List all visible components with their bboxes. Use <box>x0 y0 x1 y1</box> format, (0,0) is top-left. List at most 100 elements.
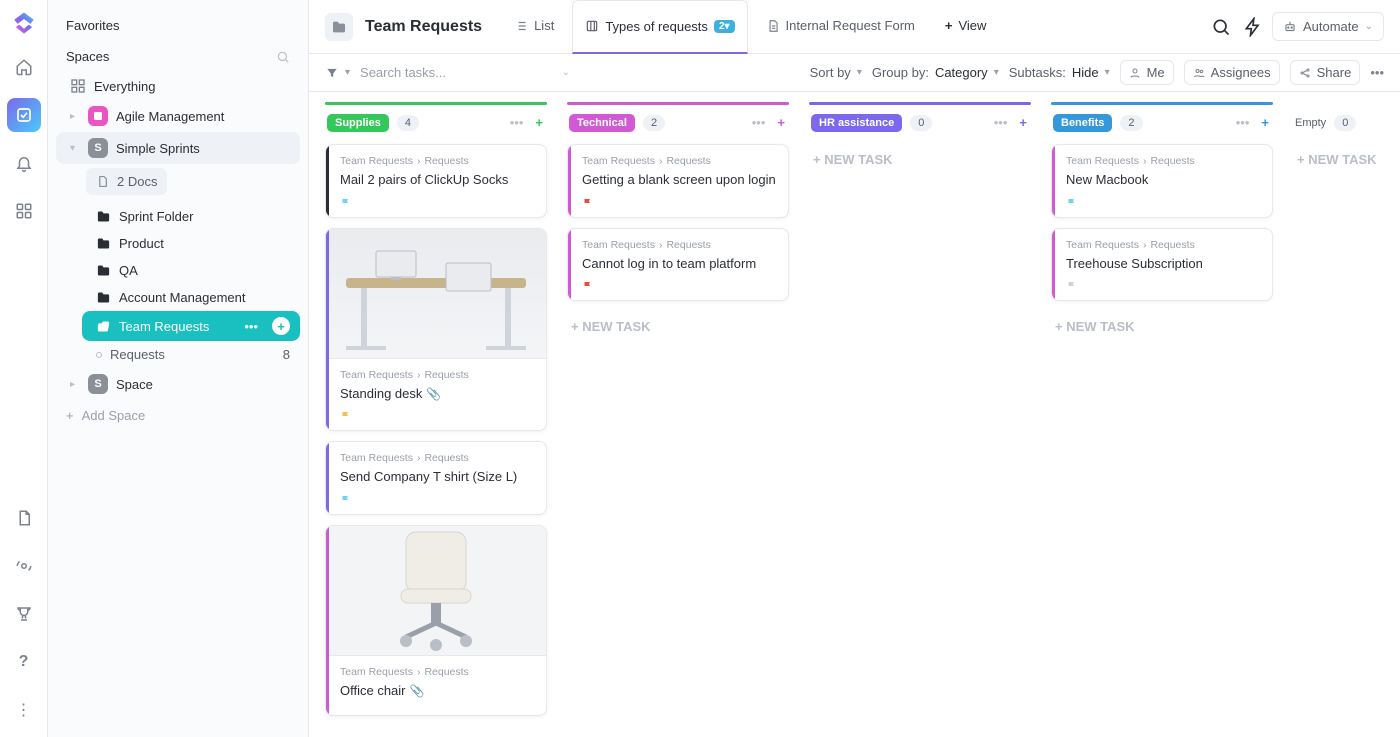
column-add-icon[interactable]: + <box>533 113 545 132</box>
tab-form[interactable]: Internal Request Form <box>754 0 927 54</box>
more-icon[interactable]: ••• <box>1370 65 1384 80</box>
card-title: Office chair📎 <box>340 682 534 700</box>
card-breadcrumb: Team Requests›Requests <box>340 666 534 678</box>
column-add-icon[interactable]: + <box>1017 113 1029 132</box>
plus-icon[interactable]: + <box>272 317 290 335</box>
doc-icon[interactable] <box>7 501 41 535</box>
folder-label: Account Management <box>119 290 245 305</box>
robot-icon <box>1283 20 1297 34</box>
favorites-header[interactable]: Favorites <box>56 10 300 41</box>
priority-flag-icon[interactable] <box>1066 280 1260 292</box>
spaces-header[interactable]: Spaces <box>56 41 300 72</box>
search-tasks[interactable]: Search tasks... ⌄ <box>360 65 570 80</box>
list-count: 8 <box>283 347 290 362</box>
new-task-button[interactable]: + NEW TASK <box>1051 311 1273 342</box>
new-task-button[interactable]: + NEW TASK <box>1293 144 1400 175</box>
apps-icon[interactable] <box>7 194 41 228</box>
priority-flag-icon[interactable] <box>582 197 776 209</box>
card-thumbnail <box>326 229 546 359</box>
space-tree: Everything ▸ Agile Management ▾ S Simple… <box>56 72 300 431</box>
chevron-down-icon: ⌄ <box>562 67 570 78</box>
space-simple[interactable]: ▾ S Simple Sprints <box>56 132 300 164</box>
space-space[interactable]: ▸ S Space <box>56 368 300 400</box>
notifications-icon[interactable] <box>7 146 41 180</box>
search-icon[interactable] <box>1208 14 1234 40</box>
search-icon[interactable] <box>276 50 290 64</box>
everything-icon <box>70 78 86 94</box>
space-simple-label: Simple Sprints <box>116 141 200 156</box>
subtasks[interactable]: Subtasks: Hide ▾ <box>1009 65 1110 80</box>
card-edge <box>568 145 571 217</box>
add-space-label: Add Space <box>82 408 146 423</box>
column-more-icon[interactable]: ••• <box>992 113 1010 132</box>
column-header: Empty0+ <box>1293 113 1400 132</box>
trophy-icon[interactable] <box>7 597 41 631</box>
priority-flag-icon[interactable] <box>1066 197 1260 209</box>
folder-label: Product <box>119 236 164 251</box>
column-more-icon[interactable]: ••• <box>1234 113 1252 132</box>
sort-by[interactable]: Sort by▾ <box>810 65 862 80</box>
filter-button[interactable]: ▾ <box>325 66 350 80</box>
more-icon[interactable]: ••• <box>244 319 258 334</box>
column-header: Technical2•••+ <box>567 113 789 132</box>
help-icon[interactable]: ? <box>7 645 41 679</box>
new-task-button[interactable]: + NEW TASK <box>809 144 1031 175</box>
task-card[interactable]: Team Requests›RequestsMail 2 pairs of Cl… <box>325 144 547 218</box>
tab-add-view[interactable]: + View <box>933 0 999 54</box>
task-card[interactable]: Team Requests›RequestsStanding desk📎 <box>325 228 547 432</box>
group-by[interactable]: Group by: Category ▾ <box>872 65 999 80</box>
list-requests[interactable]: Requests 8 <box>56 341 300 368</box>
folder-account[interactable]: Account Management <box>82 284 300 311</box>
column-count: 0 <box>1334 115 1356 131</box>
priority-flag-icon[interactable] <box>340 197 534 209</box>
column-more-icon[interactable]: ••• <box>508 113 526 132</box>
card-edge <box>326 526 329 716</box>
task-card[interactable]: Team Requests›RequestsNew Macbook <box>1051 144 1273 218</box>
chevron-right-icon: › <box>659 239 663 251</box>
priority-flag-icon[interactable] <box>340 410 534 422</box>
folder-product[interactable]: Product <box>82 230 300 257</box>
me-filter[interactable]: Me <box>1120 60 1174 85</box>
nav-rail: ? ⋮ <box>0 0 48 737</box>
subtasks-value: Hide <box>1072 65 1099 80</box>
new-task-button[interactable]: + NEW TASK <box>567 311 789 342</box>
share-button[interactable]: Share <box>1290 60 1361 85</box>
folder-team-requests[interactable]: Team Requests ••• + <box>82 311 300 341</box>
task-card[interactable]: Team Requests›RequestsTreehouse Subscrip… <box>1051 228 1273 302</box>
card-edge <box>326 229 329 431</box>
add-space-button[interactable]: + Add Space <box>56 400 300 431</box>
task-card[interactable]: Team Requests›Requests Office chair📎 <box>325 525 547 717</box>
more-icon[interactable]: ⋮ <box>7 693 41 727</box>
pulse-icon[interactable] <box>7 549 41 583</box>
column-label: Supplies <box>327 114 389 132</box>
priority-flag-icon[interactable] <box>582 280 776 292</box>
view-toolbar: ▾ Search tasks... ⌄ Sort by▾ Group by: C… <box>309 54 1400 92</box>
space-agile[interactable]: ▸ Agile Management <box>56 100 300 132</box>
task-card[interactable]: Team Requests›RequestsGetting a blank sc… <box>567 144 789 218</box>
column-empty: Empty0+ + NEW TASK <box>1293 102 1400 175</box>
folder-icon[interactable] <box>325 13 353 41</box>
chevron-down-icon: ▾ <box>70 143 80 154</box>
column-header: HR assistance0•••+ <box>809 113 1031 132</box>
bolt-icon[interactable] <box>1240 14 1266 40</box>
folder-open-icon <box>96 319 111 334</box>
column-count: 2 <box>1120 115 1142 131</box>
task-card[interactable]: Team Requests›RequestsSend Company T shi… <box>325 441 547 515</box>
logo-icon[interactable] <box>11 10 37 36</box>
assignees-filter[interactable]: Assignees <box>1184 60 1280 85</box>
tab-list[interactable]: List <box>502 0 566 54</box>
folder-sprint[interactable]: Sprint Folder <box>82 203 300 230</box>
automate-button[interactable]: Automate ⌄ <box>1272 12 1384 41</box>
docs-chip[interactable]: 2 Docs <box>86 168 167 195</box>
tab-types[interactable]: Types of requests 2▾ <box>572 0 747 54</box>
column-add-icon[interactable]: + <box>1259 113 1271 132</box>
search-placeholder: Search tasks... <box>360 65 446 80</box>
everything-item[interactable]: Everything <box>56 72 300 100</box>
task-card[interactable]: Team Requests›RequestsCannot log in to t… <box>567 228 789 302</box>
tasks-icon[interactable] <box>7 98 41 132</box>
column-more-icon[interactable]: ••• <box>750 113 768 132</box>
home-icon[interactable] <box>7 50 41 84</box>
priority-flag-icon[interactable] <box>340 494 534 506</box>
folder-qa[interactable]: QA <box>82 257 300 284</box>
column-add-icon[interactable]: + <box>775 113 787 132</box>
